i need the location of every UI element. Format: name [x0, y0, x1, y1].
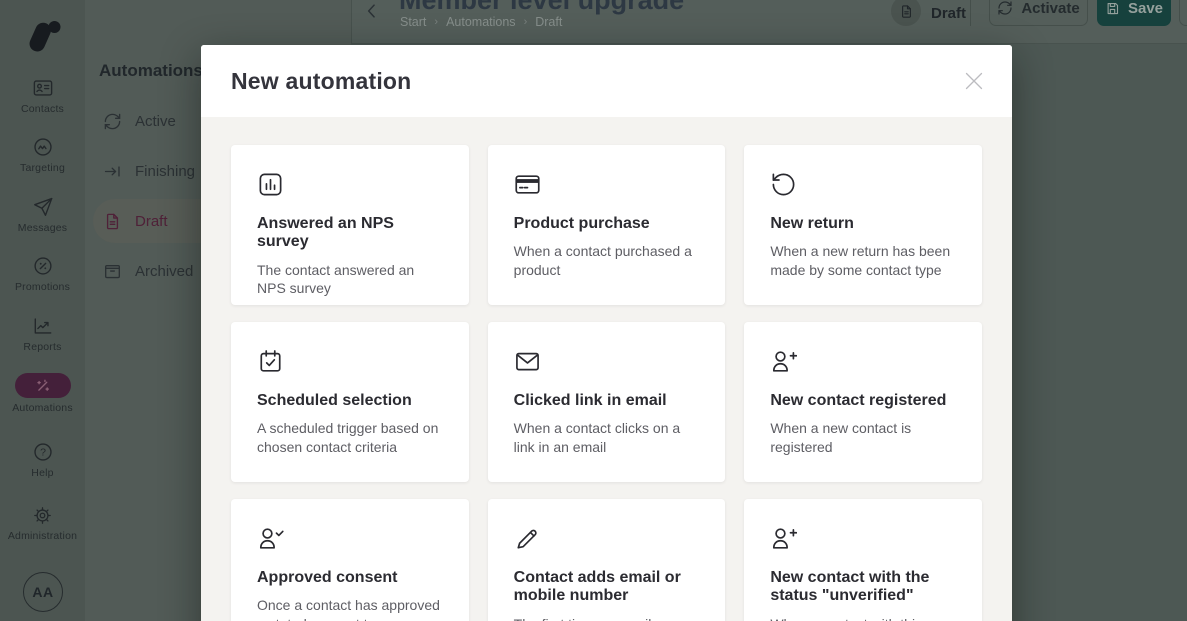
card-title: Approved consent [257, 569, 398, 586]
app-root: Contacts Targeting Messages Promotions R… [0, 0, 1187, 621]
user-plus-icon [773, 351, 798, 372]
trigger-card-clicked-link[interactable]: Clicked link in email When a contact cli… [487, 322, 726, 482]
card-description: When a new contact is registered [770, 420, 912, 455]
trigger-card-contact-adds-email[interactable]: Contact adds email or mobile number The … [487, 499, 726, 621]
card-description: A scheduled trigger based on chosen cont… [257, 420, 439, 455]
trigger-card-approved-consent[interactable]: Approved consent Once a contact has appr… [231, 499, 469, 621]
envelope-icon [515, 352, 539, 371]
card-title: New contact with the status "unverified" [770, 569, 930, 605]
card-description: Once a contact has approved a stated con… [257, 597, 440, 621]
card-description: When a contact clicks on a link in an em… [513, 420, 681, 455]
modal-header: New automation [201, 45, 1012, 117]
user-check-icon [259, 528, 284, 549]
new-automation-modal: New automation Answered an NPS survey Th… [201, 45, 1012, 621]
card-title: Contact adds email or mobile number [513, 569, 681, 605]
card-description: When a new return has been made by some … [770, 243, 951, 278]
trigger-card-new-contact-unverified[interactable]: New contact with the status "unverified"… [744, 499, 982, 621]
card-title: Product purchase [513, 215, 650, 232]
credit-card-icon [515, 175, 540, 194]
close-button[interactable] [964, 71, 984, 91]
modal-title: New automation [231, 67, 412, 94]
card-description: When a contact with this status is regis… [770, 615, 956, 621]
user-plus-icon [773, 528, 798, 549]
card-title: Clicked link in email [513, 392, 667, 409]
card-description: The contact answered an NPS survey [257, 261, 415, 297]
rotate-ccw-icon [772, 173, 795, 196]
card-description: The first time an email or mobile number… [514, 615, 700, 621]
pencil-icon [517, 529, 537, 549]
card-description: When a contact purchased a product [513, 243, 692, 278]
card-title: New contact registered [770, 392, 947, 409]
card-title: Answered an NPS survey [257, 215, 394, 251]
trigger-card-new-return[interactable]: New return When a new return has been ma… [744, 145, 982, 305]
trigger-card-new-contact-registered[interactable]: New contact registered When a new contac… [744, 322, 982, 482]
calendar-check-icon [260, 350, 281, 372]
trigger-card-nps-survey[interactable]: Answered an NPS survey The contact answe… [231, 145, 469, 305]
card-title: New return [770, 215, 854, 232]
trigger-card-grid: Answered an NPS survey The contact answe… [201, 117, 1012, 621]
close-icon [965, 72, 983, 90]
trigger-card-product-purchase[interactable]: Product purchase When a contact purchase… [487, 145, 726, 305]
bar-chart-icon [259, 173, 282, 196]
card-title: Scheduled selection [257, 392, 412, 409]
trigger-card-scheduled-selection[interactable]: Scheduled selection A scheduled trigger … [231, 322, 469, 482]
